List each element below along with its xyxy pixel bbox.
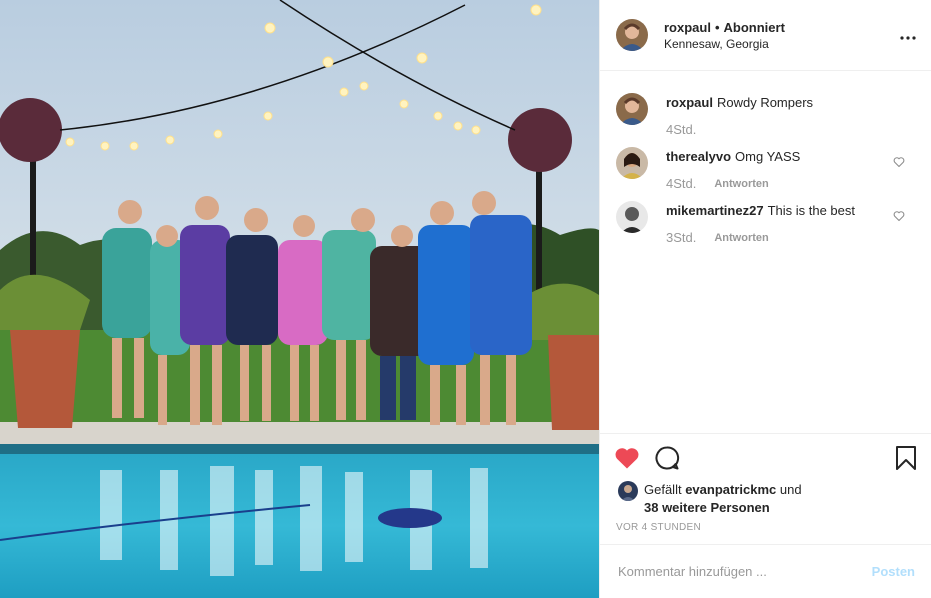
comment-meta: 3Std. Antworten [666, 230, 892, 245]
header-text: roxpaul • Abonniert Kennesaw, Georgia [664, 20, 785, 51]
avatar-image [616, 93, 648, 125]
other-likers-link[interactable]: 38 weitere Personen [644, 500, 770, 515]
comment-text: roxpaul Rowdy Rompers [666, 94, 892, 112]
comment-composer: Posten [600, 544, 931, 598]
header-separator: • [714, 19, 720, 35]
comment-content: Omg YASS [735, 149, 801, 164]
comment-time[interactable]: 4Std. [666, 176, 696, 191]
post-timestamp[interactable]: VOR 4 STUNDEN [616, 522, 701, 533]
comment-content: Rowdy Rompers [716, 95, 814, 110]
instagram-post-view: roxpaul • Abonniert Kennesaw, Georgia ro… [0, 0, 931, 598]
comment-time[interactable]: 4Std. [666, 122, 696, 137]
comment-avatar[interactable] [616, 93, 648, 125]
author-avatar[interactable] [616, 19, 648, 51]
comment-meta: 4Std. [666, 122, 892, 137]
comment-row: therealyvo Omg YASS 4Std. Antworten [616, 147, 915, 191]
avatar-image [618, 481, 638, 501]
likes-summary: Gefällt evanpatrickmc und 38 weitere Per… [618, 481, 802, 517]
likes-connector: und [779, 482, 802, 497]
post-comment-button[interactable]: Posten [872, 564, 915, 579]
header-line: roxpaul • Abonniert [664, 20, 785, 35]
comment-icon[interactable] [654, 445, 680, 476]
post-actions: Gefällt evanpatrickmc und 38 weitere Per… [600, 433, 931, 545]
avatar-image [616, 147, 648, 179]
comment-avatar[interactable] [616, 147, 648, 179]
comment-username[interactable]: therealyvo [666, 149, 731, 164]
likes-text: Gefällt evanpatrickmc und 38 weitere Per… [644, 481, 802, 517]
bookmark-icon[interactable] [895, 445, 917, 476]
liker-username[interactable]: evanpatrickmc [685, 482, 776, 497]
post-header: roxpaul • Abonniert Kennesaw, Georgia [600, 0, 931, 71]
reply-button[interactable]: Antworten [714, 232, 768, 244]
comment-username[interactable]: mikemartinez27 [666, 203, 764, 218]
comment-like-icon[interactable] [893, 209, 905, 222]
action-icons [614, 444, 919, 474]
comment-row: mikemartinez27 This is the best 3Std. Ant… [616, 201, 915, 245]
comment-like-icon[interactable] [893, 155, 905, 168]
avatar-image [616, 201, 648, 233]
author-username[interactable]: roxpaul [664, 20, 711, 35]
likes-prefix: Gefällt [644, 482, 682, 497]
liker-avatar[interactable] [618, 481, 638, 501]
comment-body: roxpaul Rowdy Rompers 4Std. [666, 93, 892, 137]
reply-button[interactable]: Antworten [714, 178, 768, 190]
post-details-panel: roxpaul • Abonniert Kennesaw, Georgia ro… [599, 0, 931, 598]
follow-status-button[interactable]: Abonniert [724, 20, 785, 35]
comment-input[interactable] [616, 563, 872, 580]
caption-row: roxpaul Rowdy Rompers 4Std. [616, 93, 915, 137]
more-options-icon[interactable] [899, 26, 917, 44]
comment-text: mikemartinez27 This is the best [666, 202, 892, 220]
comment-body: mikemartinez27 This is the best 3Std. Ant… [666, 201, 892, 245]
comment-avatar[interactable] [616, 201, 648, 233]
avatar-image [616, 19, 648, 51]
comment-time[interactable]: 3Std. [666, 230, 696, 245]
location-link[interactable]: Kennesaw, Georgia [664, 37, 785, 51]
comment-body: therealyvo Omg YASS 4Std. Antworten [666, 147, 892, 191]
like-heart-icon[interactable] [614, 446, 640, 475]
comment-meta: 4Std. Antworten [666, 176, 892, 191]
post-photo[interactable] [0, 0, 599, 598]
comment-text: therealyvo Omg YASS [666, 148, 892, 166]
comment-list: roxpaul Rowdy Rompers 4Std. therealyvo O… [600, 71, 931, 245]
pool-party-photo [0, 0, 599, 598]
comment-username[interactable]: roxpaul [666, 95, 713, 110]
comment-content: This is the best [767, 203, 855, 218]
